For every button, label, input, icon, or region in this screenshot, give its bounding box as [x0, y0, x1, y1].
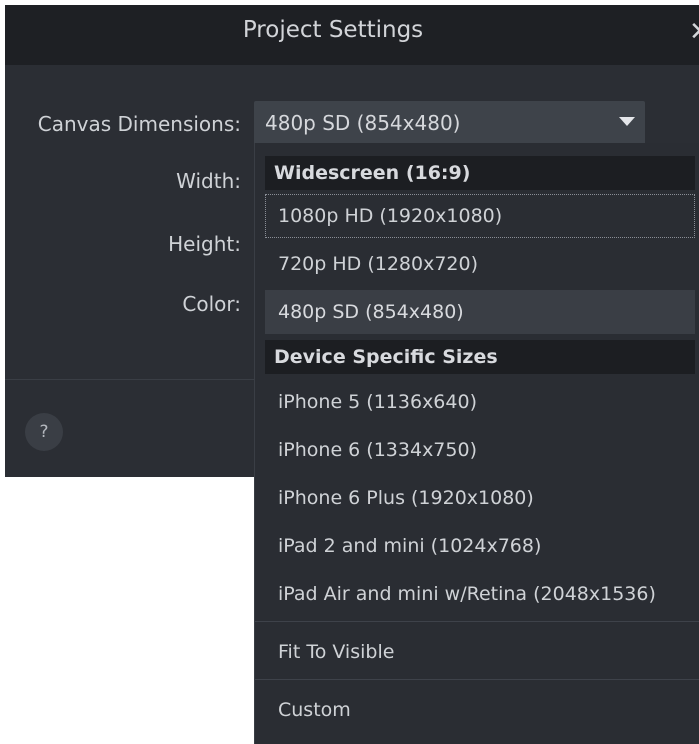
dialog-title: Project Settings	[242, 17, 424, 43]
canvas-dimensions-label: Canvas Dimensions:	[37, 112, 241, 136]
option-1080p-hd[interactable]: 1080p HD (1920x1080)	[265, 194, 695, 238]
option-custom[interactable]: Custom	[265, 688, 695, 732]
option-720p-hd[interactable]: 720p HD (1280x720)	[265, 242, 695, 286]
option-ipad-2-mini[interactable]: iPad 2 and mini (1024x768)	[265, 524, 695, 568]
option-fit-to-visible[interactable]: Fit To Visible	[265, 630, 695, 674]
option-iphone-6[interactable]: iPhone 6 (1334x750)	[265, 428, 695, 472]
close-icon[interactable]: ✕	[689, 15, 699, 49]
option-iphone-5[interactable]: iPhone 5 (1136x640)	[265, 380, 695, 424]
menu-divider	[255, 621, 699, 622]
group-header-widescreen: Widescreen (16:9)	[265, 156, 695, 190]
canvas-dimensions-value: 480p SD (854x480)	[265, 111, 461, 135]
title-bar: Project Settings ✕	[5, 5, 699, 65]
canvas-dimensions-dropdown: Widescreen (16:9) 1080p HD (1920x1080) 7…	[254, 143, 699, 744]
option-480p-sd[interactable]: 480p SD (854x480)	[265, 290, 695, 334]
height-label: Height:	[168, 232, 241, 256]
width-label: Width:	[176, 169, 241, 193]
group-header-device-specific: Device Specific Sizes	[265, 340, 695, 374]
help-icon[interactable]: ?	[25, 413, 63, 451]
color-label: Color:	[182, 292, 241, 316]
menu-divider	[255, 679, 699, 680]
option-iphone-6-plus[interactable]: iPhone 6 Plus (1920x1080)	[265, 476, 695, 520]
dropdown-arrow-icon[interactable]	[619, 117, 635, 126]
option-ipad-air-retina[interactable]: iPad Air and mini w/Retina (2048x1536)	[265, 572, 695, 616]
canvas-dimensions-select[interactable]: 480p SD (854x480)	[254, 101, 645, 143]
